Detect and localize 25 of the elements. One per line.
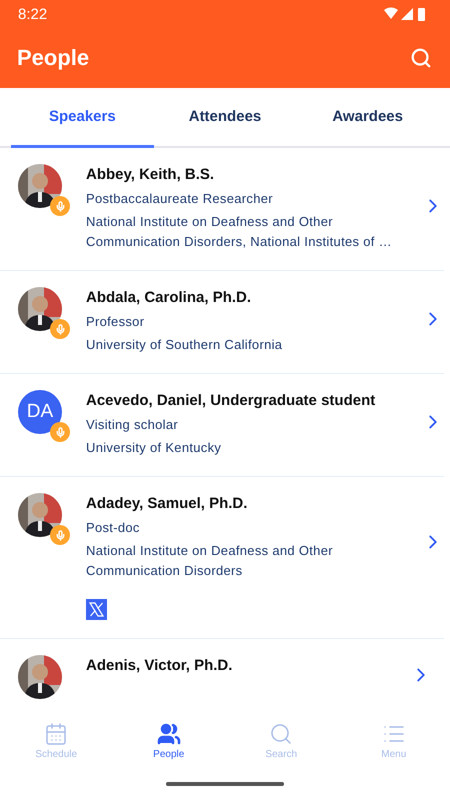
person-name: Abbey, Keith, B.S. xyxy=(86,166,216,183)
person-role: Visiting scholar xyxy=(86,417,179,432)
tab[interactable]: Speakers xyxy=(11,88,154,148)
calendar-icon xyxy=(44,722,68,746)
page-title: People xyxy=(17,45,90,71)
avatar-initials: DA xyxy=(18,390,62,434)
person-name: Adenis, Victor, Ph.D. xyxy=(86,657,234,674)
nav-tab[interactable]: People xyxy=(112,722,225,760)
person-name: Abdala, Carolina, Ph.D. xyxy=(86,289,252,306)
person-affiliation: National Institute on Deafness and Other Communication Disorders, National Institutes of … xyxy=(86,213,393,251)
person-affiliation: University of Kentucky xyxy=(86,439,222,457)
status-time: 8:22 xyxy=(18,6,48,22)
person-affiliation: University of Southern California xyxy=(86,336,284,354)
person-name: Adadey, Samuel, Ph.D. xyxy=(86,495,248,512)
search-icon[interactable] xyxy=(410,47,432,69)
x-icon[interactable] xyxy=(86,599,107,620)
person-name: Acevedo, Daniel, Undergraduate student xyxy=(86,392,376,409)
search-icon xyxy=(269,722,294,746)
people-icon xyxy=(156,722,181,746)
person-role: Post-doc xyxy=(86,520,141,535)
person-role: Professor xyxy=(86,314,146,329)
person-role: Postbaccalaureate Researcher xyxy=(86,191,274,206)
tab[interactable]: Attendees xyxy=(154,88,296,148)
person-affiliation: National Institute on Deafness and Other Communication Disorders xyxy=(86,542,334,580)
tab[interactable]: Awardees xyxy=(296,88,440,148)
